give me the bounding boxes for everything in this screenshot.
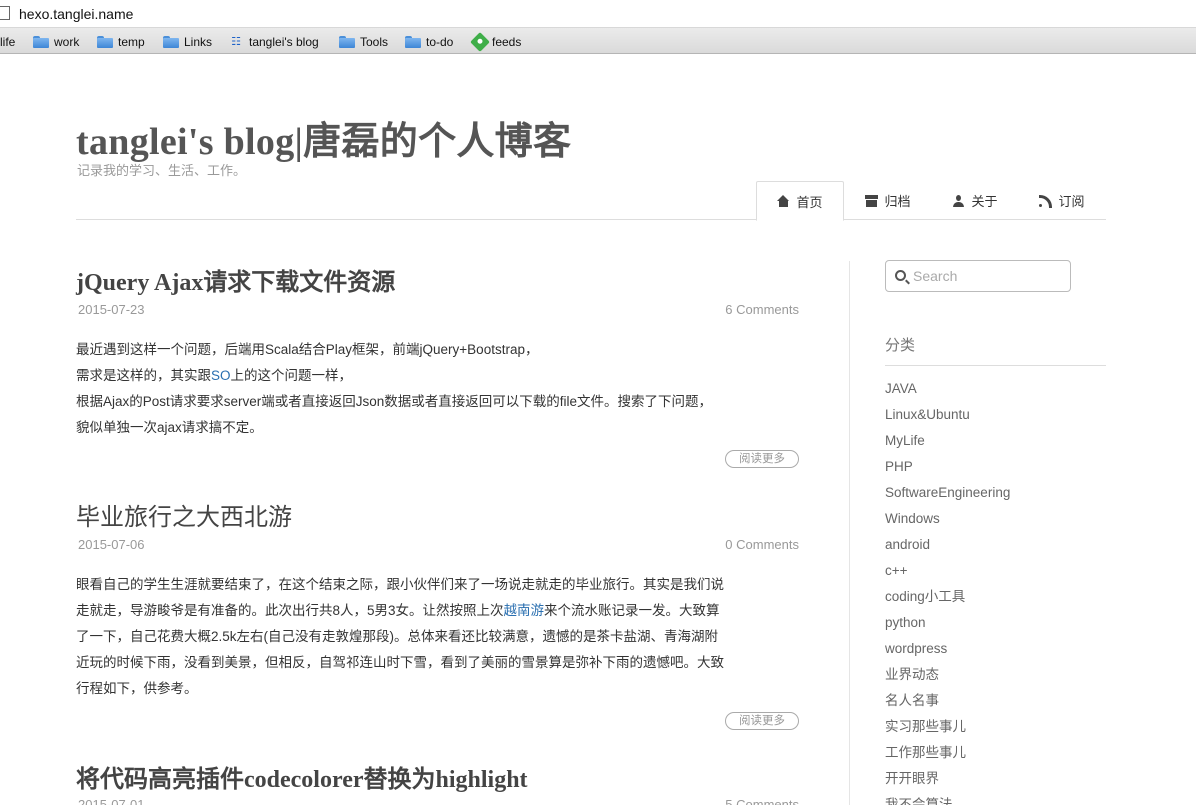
bookmark-tools[interactable]: Tools [339, 34, 388, 50]
bookmark-label: to-do [426, 35, 454, 49]
excerpt-text: 需求是这样的，其实跟 [76, 368, 211, 383]
post-date: 2015-07-06 [78, 537, 145, 552]
excerpt-line: 近玩的时候下雨，没看到美景，但相反，自驾祁连山时下雪，看到了美丽的雪景算是弥补下… [76, 655, 724, 670]
bookmark-label: feeds [492, 35, 522, 49]
folder-icon [339, 36, 355, 48]
excerpt-text: 走就走，导游畯爷是有准备的。此次出行共8人，5男3女。让然按照上次 [76, 603, 504, 618]
excerpt-line: 走就走，导游畯爷是有准备的。此次出行共8人，5男3女。让然按照上次越南游来个流水… [76, 598, 799, 624]
post-title[interactable]: 毕业旅行之大西北游 [76, 497, 799, 532]
bookmark-label: life [0, 35, 16, 49]
post-comments-link[interactable]: 6 Comments [725, 302, 799, 317]
post: 毕业旅行之大西北游 2015-07-06 0 Comments 眼看自己的学生生… [76, 497, 799, 737]
search-box[interactable] [885, 260, 1071, 292]
address-bar[interactable]: hexo.tanglei.name [0, 0, 1196, 28]
nav-tab-archive[interactable]: 归档 [844, 181, 932, 220]
page-icon [0, 6, 10, 20]
read-more-button[interactable]: 阅读更多 [725, 450, 799, 468]
category-link[interactable]: Windows [885, 509, 1106, 535]
vietnam-trip-link[interactable]: 越南游 [504, 603, 545, 618]
bookmark-temp[interactable]: temp [97, 34, 145, 50]
folder-icon [405, 36, 421, 48]
excerpt-line: 貌似单独一次ajax请求搞不定。 [76, 420, 263, 435]
excerpt-text: 来个流水账记录一发。大致算 [544, 603, 720, 618]
category-link[interactable]: PHP [885, 457, 1106, 483]
url-text[interactable]: hexo.tanglei.name [19, 6, 133, 22]
excerpt-line: 最近遇到这样一个问题，后端用Scala结合Play框架，前端jQuery+Boo… [76, 342, 539, 357]
category-link[interactable]: c++ [885, 561, 1106, 587]
categories-divider [885, 365, 1106, 366]
category-link[interactable]: 开开眼界 [885, 769, 1106, 795]
post-title[interactable]: jQuery Ajax请求下载文件资源 [76, 262, 799, 297]
category-link[interactable]: SoftwareEngineering [885, 483, 1106, 509]
nav-tab-home[interactable]: 首页 [756, 181, 844, 221]
folder-icon [163, 36, 179, 48]
category-link[interactable]: JAVA [885, 379, 1106, 405]
bookmarks-bar: life work temp Links ☷ tanglei's blog To… [0, 28, 1196, 54]
category-link[interactable]: 业界动态 [885, 665, 1106, 691]
so-link[interactable]: SO [211, 368, 231, 383]
rss-icon [1039, 194, 1053, 208]
nav-tab-subscribe[interactable]: 订阅 [1018, 181, 1106, 220]
post-comments-link[interactable]: 0 Comments [725, 537, 799, 552]
post-comments-link[interactable]: 5 Comments [725, 797, 799, 805]
nav-tab-about[interactable]: 关于 [932, 181, 1018, 220]
sidebar-divider [849, 261, 850, 805]
bookmark-label: Tools [360, 35, 389, 49]
search-input[interactable] [913, 266, 1063, 286]
bookmark-label: tanglei's blog [249, 35, 319, 49]
category-link[interactable]: python [885, 613, 1106, 639]
category-link[interactable]: 工作那些事儿 [885, 743, 1106, 769]
nav-tab-label: 首页 [796, 194, 823, 210]
category-link[interactable]: 我不会算法 [885, 795, 1106, 805]
bookmark-tanglei-blog[interactable]: ☷ tanglei's blog [228, 34, 319, 50]
category-link[interactable]: 实习那些事儿 [885, 717, 1106, 743]
user-icon [952, 194, 965, 207]
excerpt-line: 根据Ajax的Post请求要求server端或者直接返回Json数据或者直接返回… [76, 394, 713, 409]
post-title[interactable]: 将代码高亮插件codecolorer替换为highlight [76, 759, 799, 794]
category-list: JAVA Linux&Ubuntu MyLife PHP SoftwareEng… [885, 379, 1106, 805]
site-title[interactable]: tanglei's blog|唐磊的个人博客 [76, 110, 571, 165]
archive-icon [865, 194, 879, 207]
bookmark-life[interactable]: life [0, 34, 15, 50]
nav-tab-label: 订阅 [1058, 194, 1085, 209]
excerpt-line: 行程如下，供参考。 [76, 681, 198, 696]
folder-icon [33, 36, 49, 48]
blog-icon: ☷ [231, 36, 241, 48]
nav-tab-label: 归档 [884, 194, 911, 209]
post-date: 2015-07-01 [78, 797, 145, 805]
bookmark-label: temp [118, 35, 145, 49]
category-link[interactable]: wordpress [885, 639, 1106, 665]
category-link[interactable]: 名人名事 [885, 691, 1106, 717]
bookmark-links[interactable]: Links [163, 34, 212, 50]
bookmark-label: work [54, 35, 80, 49]
post-excerpt: 最近遇到这样一个问题，后端用Scala结合Play框架，前端jQuery+Boo… [76, 337, 799, 441]
nav-tab-label: 关于 [971, 194, 998, 209]
bookmark-to-do[interactable]: to-do [405, 34, 453, 50]
bookmark-feeds[interactable]: feeds [470, 32, 522, 52]
category-link[interactable]: coding小工具 [885, 587, 1106, 613]
home-icon [777, 195, 790, 207]
folder-icon [97, 36, 113, 48]
feeds-icon [470, 32, 490, 52]
excerpt-line: 需求是这样的，其实跟SO上的这个问题一样， [76, 363, 799, 389]
main-nav: 首页 归档 关于 订阅 [76, 181, 1106, 221]
bookmark-label: Links [184, 35, 213, 49]
category-link[interactable]: Linux&Ubuntu [885, 405, 1106, 431]
post-excerpt: 眼看自己的学生生涯就要结束了，在这个结束之际，跟小伙伴们来了一场说走就走的毕业旅… [76, 572, 799, 702]
post: jQuery Ajax请求下载文件资源 2015-07-23 6 Comment… [76, 262, 799, 472]
site-subtitle: 记录我的学习、生活、工作。 [77, 163, 247, 178]
category-link[interactable]: android [885, 535, 1106, 561]
bookmark-work[interactable]: work [33, 34, 79, 50]
post: 将代码高亮插件codecolorer替换为highlight 2015-07-0… [76, 759, 799, 805]
excerpt-line: 眼看自己的学生生涯就要结束了，在这个结束之际，跟小伙伴们来了一场说走就走的毕业旅… [76, 577, 724, 592]
excerpt-line: 了一下，自己花费大概2.5k左右(自己没有走敦煌那段)。总体来看还比较满意，遗憾… [76, 629, 719, 644]
categories-title: 分类 [885, 337, 916, 354]
excerpt-text: 上的这个问题一样， [230, 368, 353, 383]
read-more-button[interactable]: 阅读更多 [725, 712, 799, 730]
category-link[interactable]: MyLife [885, 431, 1106, 457]
search-icon [895, 270, 906, 281]
post-date: 2015-07-23 [78, 302, 145, 317]
